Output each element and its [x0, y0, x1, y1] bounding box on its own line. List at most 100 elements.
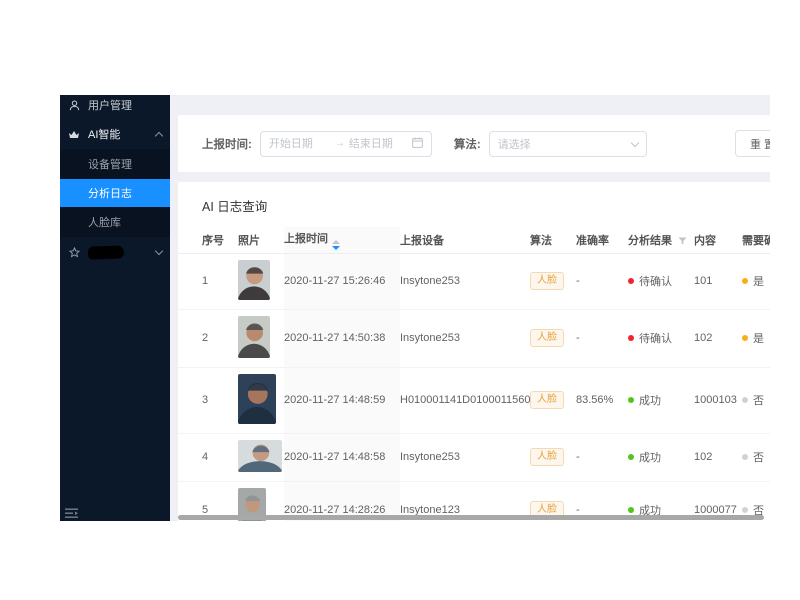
col-algorithm: 算法 [530, 227, 576, 254]
algorithm-label: 算法: [453, 138, 481, 151]
report-time-label: 上报时间: [202, 138, 252, 151]
cell-result: 成功 [628, 367, 694, 434]
col-accuracy: 准确率 [576, 227, 628, 254]
table-body: 1 2020-11-27 15:26:46 Insytone253 人脸 - 待… [178, 253, 770, 521]
horizontal-scrollbar[interactable] [178, 515, 764, 520]
cell-algorithm: 人脸 [530, 309, 576, 368]
cell-need: 否 [742, 433, 770, 482]
sidebar-item-ai[interactable]: AI智能 [60, 119, 170, 149]
reset-button[interactable]: 重 置 [735, 130, 770, 157]
cell-accuracy: - [576, 433, 628, 482]
need-text: 否 [753, 452, 764, 464]
photo-thumbnail[interactable] [238, 315, 270, 358]
cell-report-time: 2020-11-27 14:48:59 [284, 367, 400, 434]
sidebar-item-analysis-log[interactable]: 分析日志 [60, 179, 170, 207]
sidebar-item-label: AI智能 [88, 129, 121, 141]
need-text: 否 [753, 395, 764, 407]
cell-algorithm: 人脸 [530, 253, 576, 310]
algorithm-select[interactable]: 请选择 [488, 130, 647, 157]
result-text: 成功 [639, 395, 661, 407]
status-dot [742, 454, 748, 460]
end-date-input[interactable] [348, 137, 411, 150]
sidebar-item-device-management[interactable]: 设备管理 [60, 149, 170, 179]
date-range-picker[interactable]: → [259, 130, 432, 157]
cell-report-time: 2020-11-27 15:26:46 [284, 253, 400, 310]
start-date-input[interactable] [268, 137, 331, 150]
sidebar-item-face-library[interactable]: 人脸库 [60, 207, 170, 237]
table-header-row: 序号 照片 上报时间 上报设备 算法 准确率 分析结果 内容 需要确认 [178, 227, 770, 254]
cell-photo [238, 253, 284, 310]
log-table: 序号 照片 上报时间 上报设备 算法 准确率 分析结果 内容 需要确认 [178, 227, 770, 521]
sidebar-item-label: 分析日志 [88, 188, 132, 200]
status-dot [628, 397, 634, 403]
sidebar: 用户管理 AI智能 设备管理 分析日志 人脸库 [60, 95, 170, 521]
cell-algorithm: 人脸 [530, 433, 576, 482]
date-range-separator: → [334, 138, 345, 149]
cell-device: Insytone253 [400, 309, 530, 368]
status-dot [628, 335, 634, 341]
cell-need: 否 [742, 367, 770, 434]
cell-photo [238, 367, 284, 434]
cell-need: 是 [742, 309, 770, 368]
cell-content: 102 [694, 309, 742, 368]
result-text: 待确认 [639, 276, 672, 288]
cell-report-time: 2020-11-27 14:50:38 [284, 309, 400, 368]
cell-accuracy: - [576, 253, 628, 310]
sidebar-item-label: 人脸库 [88, 217, 121, 229]
cell-accuracy: - [576, 309, 628, 368]
status-dot [742, 507, 748, 513]
cell-device: Insytone253 [400, 433, 530, 482]
cell-accuracy: 83.56% [576, 367, 628, 434]
main-content: 上报时间: → 算法: 请选择 重 置 AI 日志查询 [170, 95, 770, 521]
col-report-time[interactable]: 上报时间 [284, 227, 400, 254]
col-index: 序号 [178, 227, 238, 254]
badge-icon [68, 246, 80, 258]
col-photo: 照片 [238, 227, 284, 254]
result-text: 成功 [639, 452, 661, 464]
photo-thumbnail[interactable] [238, 259, 270, 300]
sidebar-collapse-icon[interactable] [65, 506, 79, 518]
algorithm-placeholder: 请选择 [497, 138, 531, 151]
photo-thumbnail[interactable] [238, 373, 276, 424]
status-dot [628, 454, 634, 460]
cell-device: H010001141D0100011560 [400, 367, 530, 434]
app-window: 用户管理 AI智能 设备管理 分析日志 人脸库 上报时间: 开始日期 → 结束日… [60, 95, 770, 521]
redacted-label [87, 244, 125, 260]
cell-result: 待确认 [628, 309, 694, 368]
chevron-down-icon [630, 138, 639, 147]
cell-content: 101 [694, 253, 742, 310]
sidebar-item-redacted[interactable] [60, 237, 170, 267]
table-row: 4 2020-11-27 14:48:58 Insytone253 人脸 - 成… [178, 433, 770, 482]
col-result-label: 分析结果 [628, 234, 672, 247]
col-result[interactable]: 分析结果 [628, 227, 694, 254]
cell-index: 1 [178, 253, 238, 310]
status-dot [742, 397, 748, 403]
cell-result: 成功 [628, 433, 694, 482]
chevron-down-icon [154, 246, 164, 255]
sidebar-item-user-management[interactable]: 用户管理 [60, 95, 170, 115]
col-report-time-label: 上报时间 [284, 232, 328, 245]
need-text: 是 [753, 276, 764, 288]
cell-index: 4 [178, 433, 238, 482]
photo-thumbnail[interactable] [238, 439, 282, 472]
algorithm-tag: 人脸 [530, 329, 564, 347]
cell-content: 1000103 [694, 367, 742, 434]
log-table-card: AI 日志查询 序号 照片 上报时间 上报设备 算法 准确率 分析结果 内容 需… [178, 182, 770, 521]
calendar-icon [411, 135, 423, 153]
cell-report-time: 2020-11-27 14:48:58 [284, 433, 400, 482]
page-title: AI 日志查询 [202, 200, 268, 214]
cell-algorithm: 人脸 [530, 367, 576, 434]
sidebar-item-label: 用户管理 [88, 100, 132, 112]
filter-funnel-icon[interactable] [678, 236, 687, 248]
user-icon [68, 99, 80, 111]
status-dot [742, 278, 748, 284]
algorithm-tag: 人脸 [530, 272, 564, 290]
cell-index: 2 [178, 309, 238, 368]
need-text: 是 [753, 333, 764, 345]
cell-need: 是 [742, 253, 770, 310]
sort-icon[interactable] [332, 239, 340, 250]
cell-device: Insytone253 [400, 253, 530, 310]
status-dot [628, 507, 634, 513]
cell-result: 待确认 [628, 253, 694, 310]
status-dot [742, 335, 748, 341]
